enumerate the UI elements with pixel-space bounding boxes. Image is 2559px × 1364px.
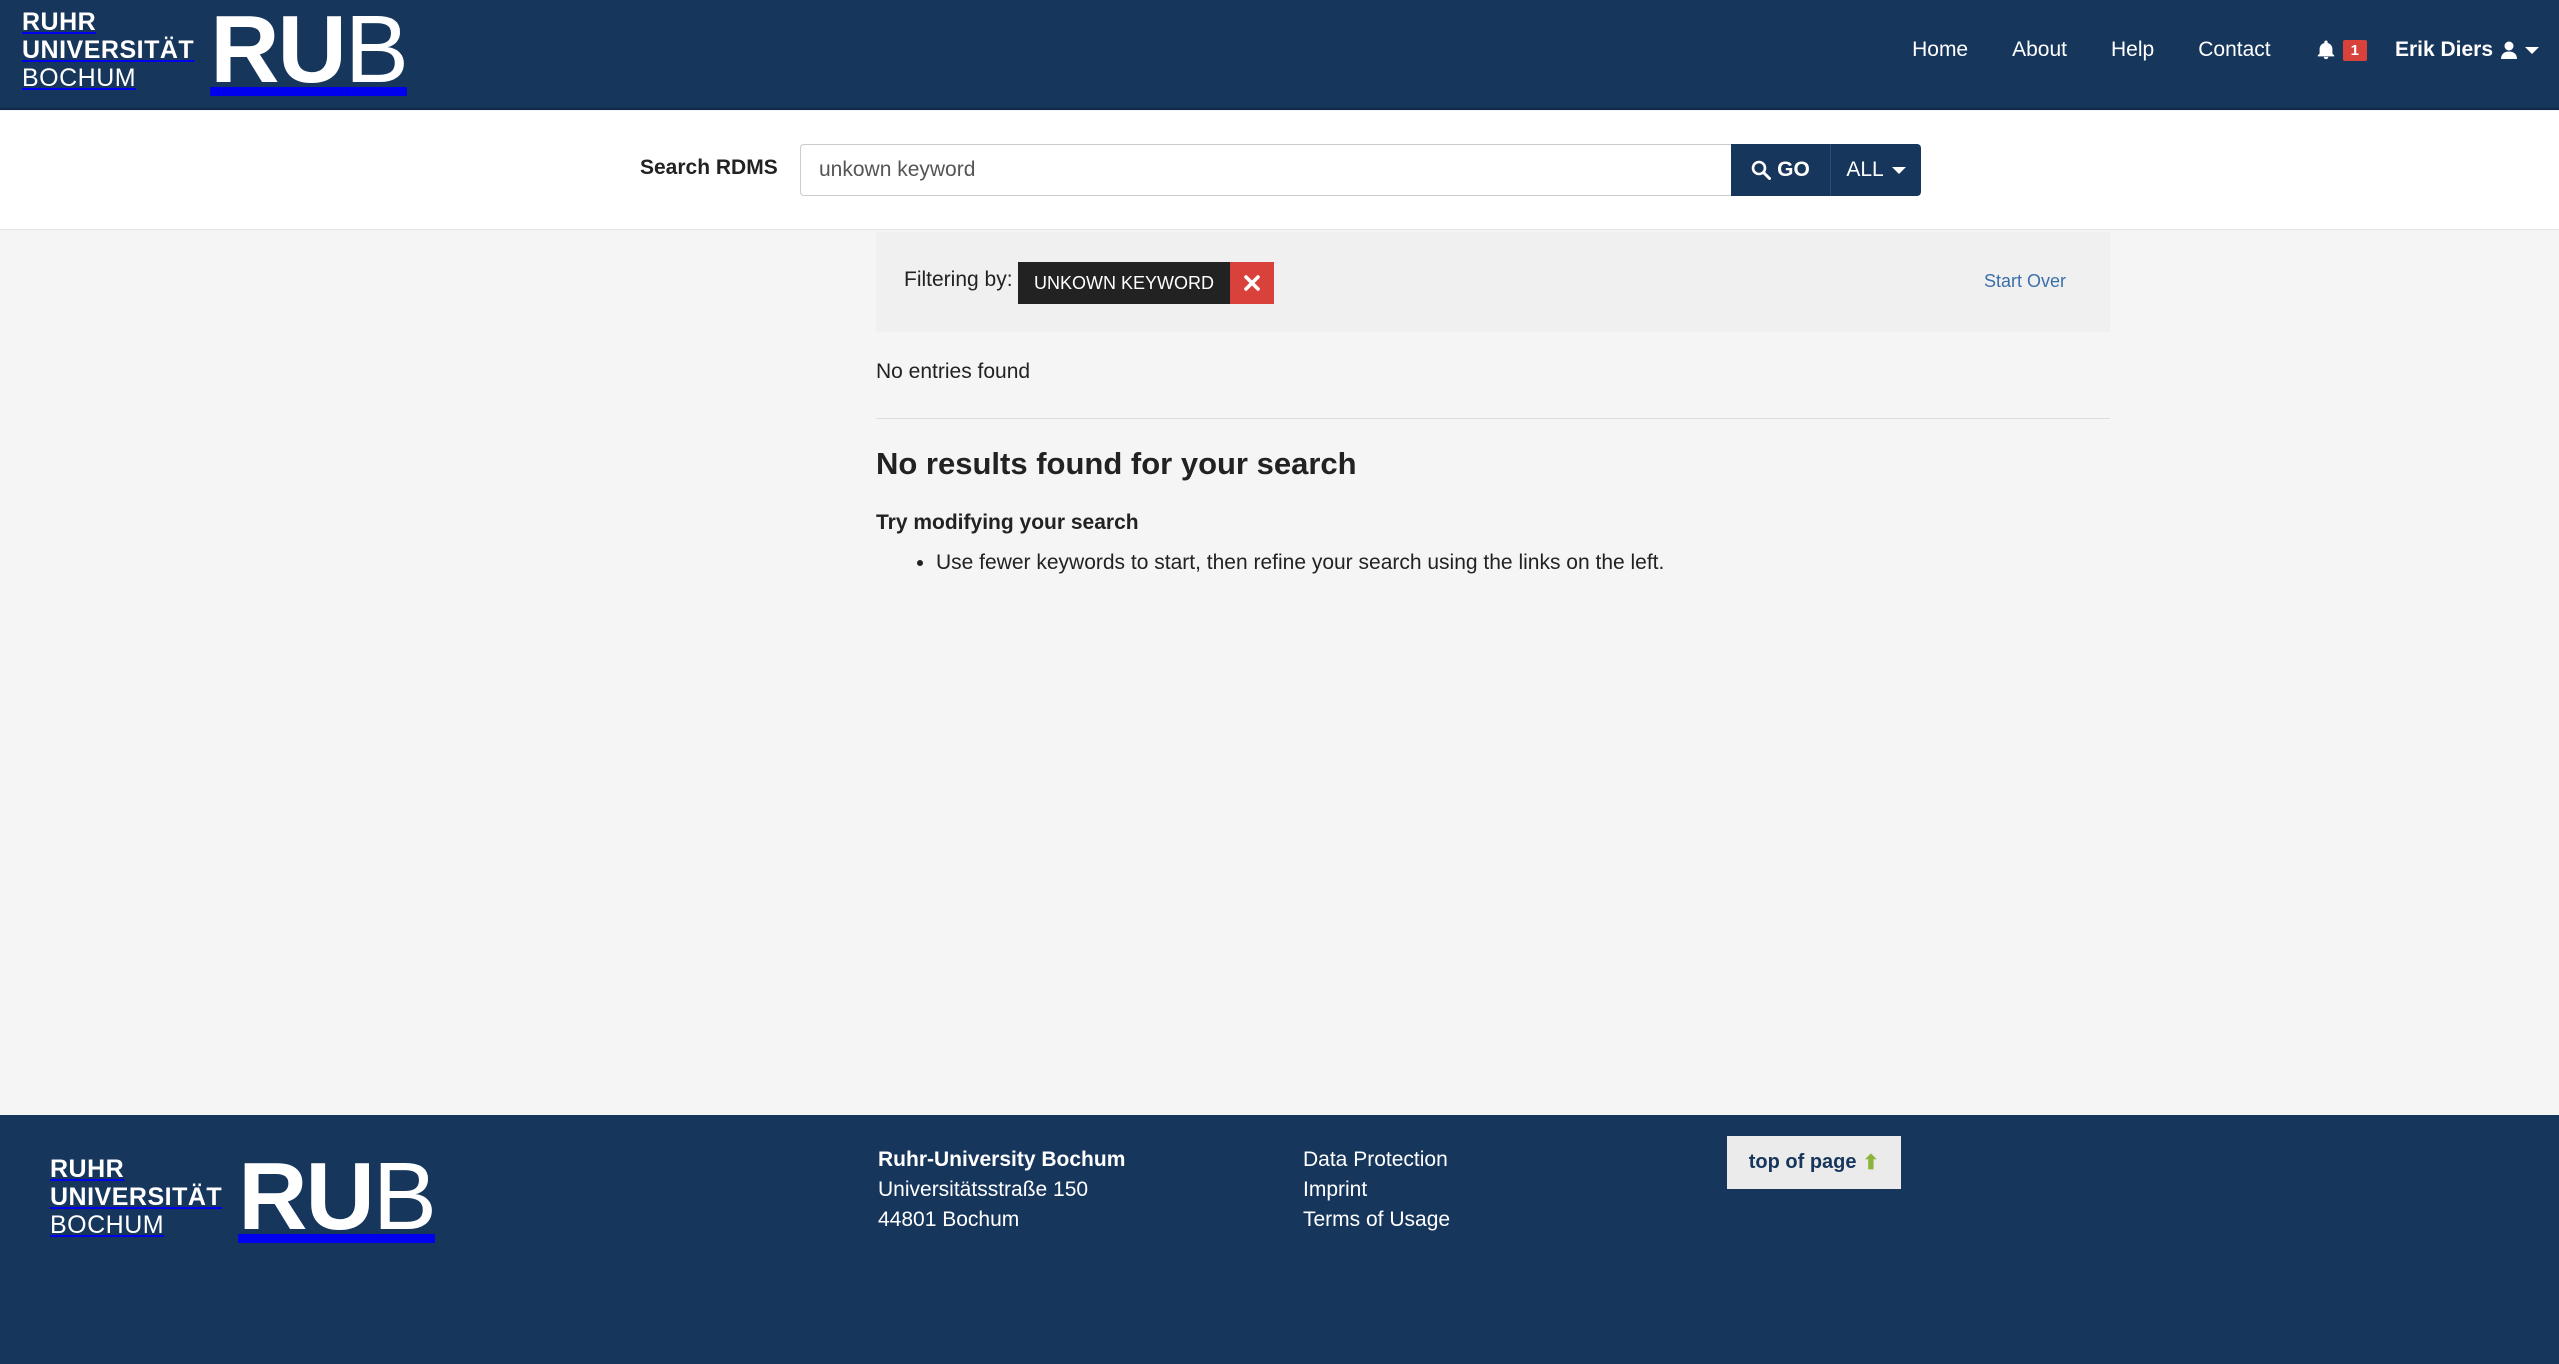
user-icon	[2501, 41, 2517, 59]
filter-value: UNKOWN KEYWORD	[1018, 262, 1230, 304]
brand-mark-ru: RU	[210, 0, 347, 103]
arrow-up-icon: ⬆	[1862, 1152, 1880, 1174]
remove-filter-button[interactable]	[1230, 262, 1274, 304]
chevron-down-icon	[1891, 166, 1906, 174]
user-name: Erik Diers	[2394, 38, 2493, 61]
footer-link-terms[interactable]: Terms of Usage	[1303, 1205, 1450, 1235]
try-modifying-heading: Try modifying your search	[876, 511, 1139, 534]
notifications-button[interactable]: 1	[2315, 39, 2367, 61]
top-of-page-label: top of page	[1748, 1151, 1857, 1173]
brand-line-1: RUHR	[22, 8, 97, 36]
footer: RUHR UNIVERSITÄT BOCHUM RUB Ruhr-Univers…	[0, 1115, 2559, 1364]
search-go-button[interactable]: GO	[1731, 144, 1830, 196]
footer-link-imprint[interactable]: Imprint	[1303, 1175, 1450, 1205]
filter-chip: UNKOWN KEYWORD	[1018, 262, 1274, 304]
footer-street: Universitätsstraße 150	[878, 1178, 1089, 1201]
filter-label: Filtering by:	[904, 268, 1013, 291]
search-go-label: GO	[1777, 158, 1810, 181]
bell-icon	[2317, 40, 2334, 60]
search-scope-dropdown[interactable]: ALL	[1830, 144, 1921, 196]
brand-wordmark: RUHR UNIVERSITÄT BOCHUM	[22, 8, 194, 92]
notification-count-badge: 1	[2342, 39, 2367, 61]
divider	[876, 418, 2110, 419]
footer-link-data-protection[interactable]: Data Protection	[1303, 1145, 1450, 1175]
nav-about[interactable]: About	[2012, 38, 2067, 62]
entries-count: No entries found	[876, 360, 1031, 383]
applied-filters: Filtering by: UNKOWN KEYWORD Start Over	[876, 232, 2110, 332]
search-tip: Use fewer keywords to start, then refine…	[936, 551, 1664, 575]
main-nav: Home About Help Contact 1 Erik Diers	[1868, 30, 2539, 70]
brand-line-3: BOCHUM	[22, 64, 137, 92]
footer-brand-mark-ru: RU	[238, 1143, 375, 1250]
search-icon	[1751, 160, 1772, 180]
top-navbar: RUHR UNIVERSITÄT BOCHUM RUB Home About H…	[0, 0, 2559, 110]
brand-mark: RUB	[210, 2, 409, 98]
footer-brand-wordmark: RUHR UNIVERSITÄT BOCHUM	[50, 1155, 222, 1239]
user-menu[interactable]: Erik Diers	[2395, 38, 2539, 62]
footer-links: Data Protection Imprint Terms of Usage	[1303, 1145, 1450, 1235]
footer-brand-mark-b: B	[372, 1143, 437, 1250]
remove-icon	[1244, 275, 1260, 291]
footer-brand-line-1: RUHR	[50, 1155, 125, 1183]
footer-city: 44801 Bochum	[878, 1208, 1020, 1231]
brand-line-2: UNIVERSITÄT	[22, 36, 195, 64]
footer-brand-line-2: UNIVERSITÄT	[50, 1183, 223, 1211]
nav-contact[interactable]: Contact	[2198, 38, 2270, 62]
footer-brand-logo[interactable]: RUHR UNIVERSITÄT BOCHUM RUB	[50, 1149, 437, 1245]
footer-org-name: Ruhr-University Bochum	[878, 1148, 1126, 1171]
search-label: Search RDMS	[640, 156, 778, 179]
search-tips-list: Use fewer keywords to start, then refine…	[916, 551, 1664, 575]
brand-mark-b: B	[344, 0, 409, 103]
start-over-link[interactable]: Start Over	[1984, 271, 2066, 292]
nav-home[interactable]: Home	[1912, 38, 1968, 62]
search-scope-label: ALL	[1846, 158, 1884, 181]
footer-brand-mark: RUB	[238, 1149, 437, 1245]
top-of-page-button[interactable]: top of page ⬆	[1727, 1136, 1901, 1189]
nav-help[interactable]: Help	[2111, 38, 2154, 62]
search-bar: Search RDMS GO ALL	[0, 111, 2559, 230]
brand-logo[interactable]: RUHR UNIVERSITÄT BOCHUM RUB	[22, 2, 409, 98]
footer-address: Ruhr-University Bochum Universitätsstraß…	[878, 1145, 1125, 1235]
chevron-down-icon	[2525, 46, 2539, 54]
no-results-heading: No results found for your search	[876, 446, 1357, 481]
search-input[interactable]	[800, 144, 1732, 196]
footer-brand-line-3: BOCHUM	[50, 1211, 165, 1239]
